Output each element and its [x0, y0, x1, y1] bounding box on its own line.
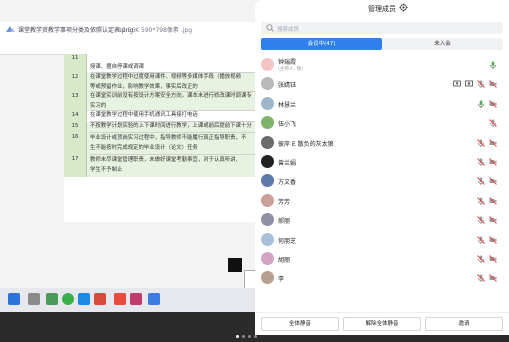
thumbnail[interactable]	[228, 258, 242, 272]
video-off-icon[interactable]	[489, 216, 497, 225]
video-off-icon[interactable]	[489, 138, 497, 147]
member-name: 郝丽	[278, 218, 291, 226]
member-row[interactable]: 曾兰娟	[255, 153, 509, 172]
member-row[interactable]: 钟瑞霞 (主持人, 我)	[255, 56, 509, 75]
tab-in-meeting[interactable]: 会议中(47)	[261, 38, 382, 50]
task-view-icon[interactable]	[28, 293, 40, 305]
avatar	[261, 155, 274, 168]
avatar	[261, 58, 274, 71]
avatar	[261, 271, 274, 285]
row-number: 16	[64, 133, 87, 155]
video-off-icon[interactable]	[489, 274, 497, 283]
member-name: 何朋芝	[278, 237, 297, 245]
tencent-meeting-icon[interactable]	[148, 293, 160, 305]
member-row[interactable]: 郝丽	[255, 211, 509, 230]
avatar	[261, 193, 274, 207]
member-row[interactable]: 伍小飞	[255, 114, 509, 133]
member-name: 伍小飞	[278, 121, 297, 129]
app-icon[interactable]	[46, 293, 58, 305]
mic-muted-icon[interactable]	[477, 216, 485, 225]
member-row[interactable]: 芳芳	[255, 192, 509, 211]
member-row[interactable]: 何朋芝	[255, 231, 509, 250]
screen-share-icon[interactable]	[453, 80, 461, 88]
avatar	[261, 96, 274, 110]
video-off-icon[interactable]	[489, 158, 497, 166]
video-off-icon[interactable]	[489, 99, 497, 108]
row-number: 15	[64, 122, 87, 133]
wechat-icon[interactable]	[62, 293, 74, 305]
member-name: 胡丽	[278, 257, 291, 264]
video-off-icon[interactable]	[489, 196, 497, 205]
avatar	[261, 77, 274, 91]
member-name: 彼岸 E 散负的灰太狼	[278, 140, 334, 148]
avatar	[261, 135, 274, 149]
mic-muted-icon[interactable]	[477, 274, 485, 283]
browser-icon[interactable]	[78, 293, 90, 305]
avatar	[261, 232, 274, 246]
invite-button[interactable]: 邀请	[425, 317, 503, 331]
member-row[interactable]: 李	[255, 269, 509, 288]
panel-actions: 全体静音 解除全体静音 邀请	[255, 312, 509, 336]
mic-icon[interactable]	[477, 100, 485, 108]
mic-muted-icon[interactable]	[477, 80, 485, 89]
mic-muted-icon[interactable]	[477, 158, 485, 166]
member-name: 林慧兰	[278, 101, 297, 109]
avatar	[261, 252, 274, 265]
video-off-icon[interactable]	[489, 80, 497, 89]
video-off-icon[interactable]	[489, 235, 497, 244]
app-icon[interactable]	[94, 293, 106, 305]
member-name: 方文香	[278, 179, 297, 187]
row-number: 14	[64, 111, 87, 122]
member-row[interactable]: 张婧钰	[255, 75, 509, 94]
member-name: 钟瑞霞	[278, 59, 297, 66]
mic-muted-icon[interactable]	[477, 177, 485, 186]
avatar	[261, 213, 274, 227]
video-off-icon[interactable]	[489, 177, 497, 186]
tab-not-joined[interactable]: 未入会	[382, 38, 503, 50]
wps-icon[interactable]	[114, 293, 126, 305]
row-number: 12	[64, 73, 87, 92]
mic-muted-icon[interactable]	[477, 138, 485, 147]
search-placeholder: 搜索成员	[277, 26, 300, 33]
search-icon	[266, 24, 274, 32]
member-name: 张婧钰	[278, 82, 297, 90]
member-role: (主持人, 我)	[278, 67, 303, 72]
avatar	[261, 174, 274, 188]
search-input[interactable]: 搜索成员	[261, 22, 503, 34]
avatar	[261, 116, 274, 130]
row-number: 17	[64, 155, 87, 177]
mic-muted-icon[interactable]	[489, 119, 497, 128]
file-name: 课堂教学资教学事项分类及依照认定表.png	[18, 27, 134, 34]
image-file-icon	[6, 25, 15, 32]
unmute-all-button[interactable]: 解除全体静音	[343, 317, 421, 331]
mic-muted-icon[interactable]	[477, 235, 485, 244]
row-number: 11	[64, 54, 87, 73]
windows-start-icon[interactable]	[8, 293, 20, 305]
mute-all-button[interactable]: 全体静音	[261, 317, 339, 331]
video-off-icon[interactable]	[489, 255, 497, 263]
member-row[interactable]: 方文香	[255, 172, 509, 191]
mic-icon[interactable]	[489, 61, 497, 69]
file-info: 97.56K 590*798像素 .jpg	[118, 27, 193, 34]
member-name: 曾兰娟	[278, 160, 297, 167]
gear-icon[interactable]	[399, 3, 408, 12]
member-row[interactable]: 彼岸 E 散负的灰太狼	[255, 134, 509, 153]
projector-icon[interactable]	[465, 80, 473, 88]
member-name: 芳芳	[278, 198, 291, 206]
row-number: 13	[64, 92, 87, 111]
member-row[interactable]: 胡丽	[255, 250, 509, 269]
manage-members-panel: 管理成员 搜索成员 会议中(47) 未入会 钟瑞霞 (主持人, 我) 张婧钰林慧兰伍…	[255, 0, 509, 335]
panel-title: 管理成员	[368, 5, 396, 13]
member-row[interactable]: 林慧兰	[255, 95, 509, 114]
mic-muted-icon[interactable]	[477, 196, 485, 205]
mic-muted-icon[interactable]	[477, 255, 485, 263]
app-icon[interactable]	[130, 293, 142, 305]
member-name: 李	[278, 276, 285, 284]
